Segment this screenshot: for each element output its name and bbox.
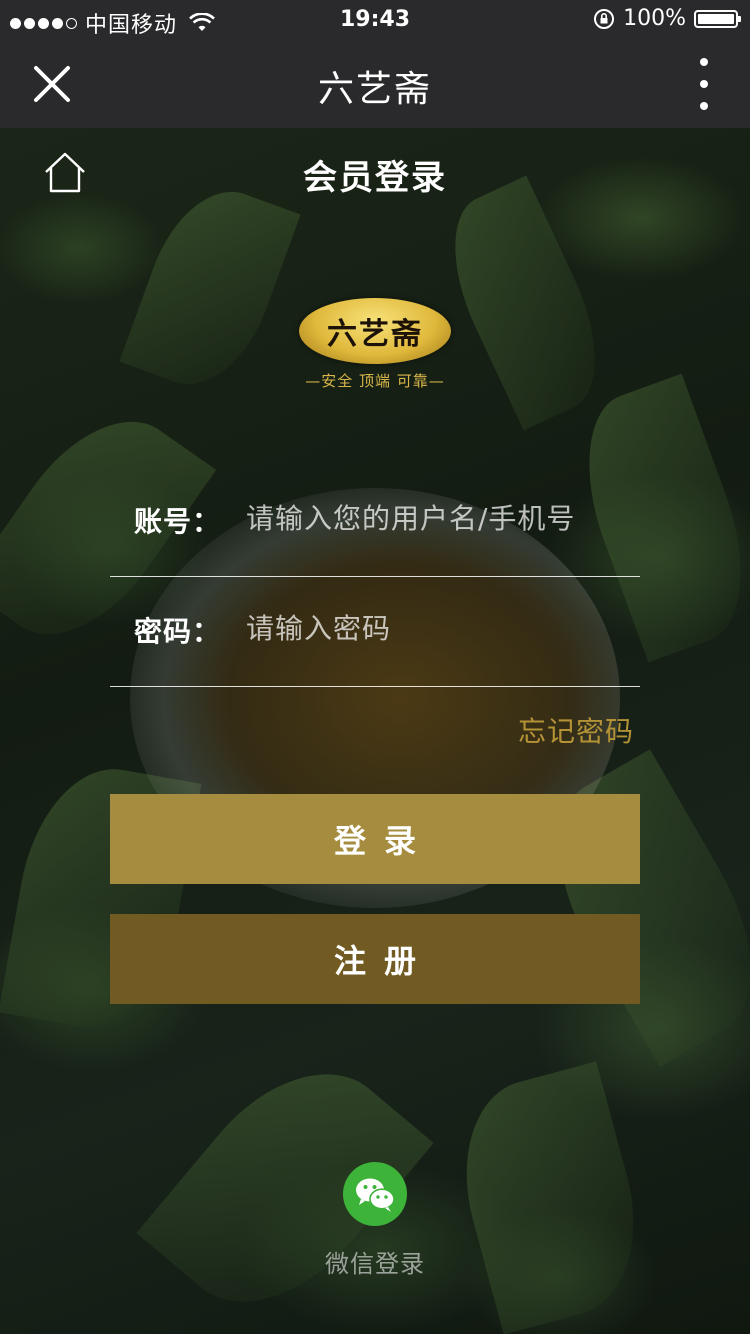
more-dot-icon xyxy=(700,80,708,88)
password-field: 密码： xyxy=(110,578,640,687)
password-label: 密码： xyxy=(134,615,222,648)
forgot-password-link[interactable]: 忘记密码 xyxy=(518,710,634,750)
wechat-login-label: 微信登录 xyxy=(325,1250,425,1278)
password-input[interactable] xyxy=(244,600,628,656)
home-button[interactable] xyxy=(42,150,88,196)
leaf-decoration xyxy=(441,1061,659,1334)
close-icon xyxy=(34,66,70,102)
status-right: 100% xyxy=(593,6,741,31)
brand-logo: 六艺斋 —安全 顶端 可靠— xyxy=(297,298,453,398)
account-label: 账号： xyxy=(134,505,222,538)
more-menu-button[interactable] xyxy=(694,58,714,110)
wechat-login-button[interactable] xyxy=(343,1162,407,1226)
battery-icon xyxy=(694,9,741,28)
more-dot-icon xyxy=(700,102,708,110)
battery-percent: 100% xyxy=(623,6,686,31)
more-dot-icon xyxy=(700,58,708,66)
page-title: 会员登录 xyxy=(303,158,447,198)
home-icon xyxy=(45,152,85,193)
close-button[interactable] xyxy=(30,62,74,106)
logo-text: 六艺斋 xyxy=(327,317,423,352)
account-field: 账号： xyxy=(110,468,640,577)
login-page: 会员登录 六艺斋 —安全 顶端 可靠— 账号： 密码： 忘记密码 登录 注册 微… xyxy=(0,128,750,1334)
status-bar: 中国移动 19:43 100% xyxy=(0,0,750,40)
leaf-decoration xyxy=(119,173,301,403)
logo-slogan: —安全 顶端 可靠— xyxy=(305,372,445,390)
login-button[interactable]: 登录 xyxy=(110,794,640,884)
logo-badge: 六艺斋 xyxy=(299,298,451,364)
register-button[interactable]: 注册 xyxy=(110,914,640,1004)
nav-bar: 六艺斋 xyxy=(0,40,750,128)
account-input[interactable] xyxy=(244,490,628,546)
wechat-icon xyxy=(356,1178,395,1212)
orientation-lock-icon xyxy=(594,8,615,29)
leaf-decoration xyxy=(426,175,624,431)
nav-title: 六艺斋 xyxy=(317,69,432,110)
